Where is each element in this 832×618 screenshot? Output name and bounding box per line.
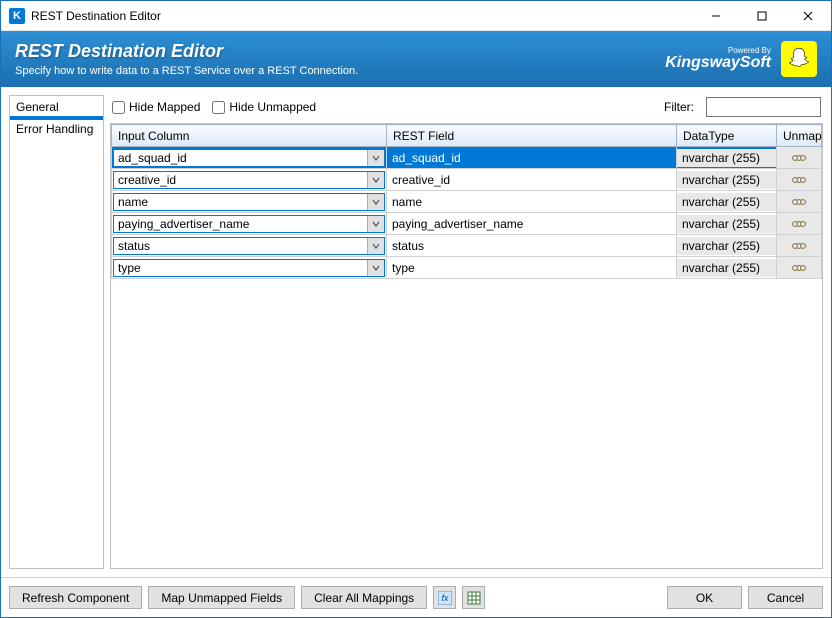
table-row[interactable]: creative_idcreative_idnvarchar (255) [112,169,822,191]
table-row[interactable]: statusstatusnvarchar (255) [112,235,822,257]
unmap-button[interactable] [777,257,821,278]
input-column-value: name [114,194,367,210]
data-type-value: nvarchar (255) [677,193,776,211]
banner-subtitle: Specify how to write data to a REST Serv… [15,65,358,77]
rest-field-value: type [387,259,676,277]
titlebar: K REST Destination Editor [1,1,831,31]
unmap-button[interactable] [777,147,821,168]
table-row[interactable]: typetypenvarchar (255) [112,257,822,279]
window-title: REST Destination Editor [31,9,161,23]
chevron-down-icon[interactable] [367,238,384,254]
grid-toolbar: Hide Mapped Hide Unmapped Filter: [110,95,823,123]
rest-field-value: ad_squad_id [387,149,676,167]
input-column-combo[interactable]: name [113,193,385,211]
unmap-button[interactable] [777,169,821,190]
banner-title: REST Destination Editor [15,41,358,62]
data-type-value: nvarchar (255) [677,237,776,255]
svg-text:fx: fx [441,593,449,603]
hide-unmapped-checkbox[interactable]: Hide Unmapped [212,100,316,114]
filter-input[interactable] [706,97,821,117]
refresh-component-button[interactable]: Refresh Component [9,586,142,609]
unmap-button[interactable] [777,235,821,256]
kingswaysoft-logo: Powered By KingswaySoft [665,47,771,71]
hide-mapped-checkbox[interactable]: Hide Mapped [112,100,200,114]
grid-header-row: Input Column REST Field DataType Unmap [112,125,822,147]
data-type-value: nvarchar (255) [677,259,776,277]
content-panel: Hide Mapped Hide Unmapped Filter: [110,95,823,569]
hide-unmapped-input[interactable] [212,101,225,114]
data-type-value: nvarchar (255) [677,215,776,233]
footer: Refresh Component Map Unmapped Fields Cl… [1,577,831,617]
input-column-combo[interactable]: status [113,237,385,255]
unmap-button[interactable] [777,191,821,212]
sidebar: General Error Handling [9,95,104,569]
snapchat-icon [781,41,817,77]
rest-field-value: name [387,193,676,211]
fx-button[interactable]: fx [433,586,456,609]
data-type-value: nvarchar (255) [677,171,776,189]
input-column-combo[interactable]: creative_id [113,171,385,189]
header-input-column[interactable]: Input Column [112,125,387,147]
input-column-combo[interactable]: type [113,259,385,277]
data-type-value: nvarchar (255) [677,149,776,167]
chevron-down-icon[interactable] [367,216,384,232]
chevron-down-icon[interactable] [367,260,384,276]
rest-field-value: paying_advertiser_name [387,215,676,233]
app-icon: K [9,8,25,24]
minimize-button[interactable] [693,1,739,31]
hide-mapped-input[interactable] [112,101,125,114]
table-icon-button[interactable] [462,586,485,609]
window-root: K REST Destination Editor REST Destinati… [0,0,832,618]
header-rest-field[interactable]: REST Field [387,125,677,147]
chevron-down-icon[interactable] [367,194,384,210]
sidebar-item-error-handling[interactable]: Error Handling [10,120,103,138]
header-banner: REST Destination Editor Specify how to w… [1,31,831,87]
ok-button[interactable]: OK [667,586,742,609]
filter-label: Filter: [664,100,694,114]
input-column-value: creative_id [114,172,367,188]
map-unmapped-fields-button[interactable]: Map Unmapped Fields [148,586,295,609]
input-column-value: paying_advertiser_name [114,216,367,232]
input-column-combo[interactable]: ad_squad_id [113,149,385,167]
unmap-button[interactable] [777,213,821,234]
clear-all-mappings-button[interactable]: Clear All Mappings [301,586,427,609]
input-column-value: type [114,260,367,276]
table-row[interactable]: namenamenvarchar (255) [112,191,822,213]
header-data-type[interactable]: DataType [677,125,777,147]
maximize-button[interactable] [739,1,785,31]
sidebar-item-general[interactable]: General [10,98,103,116]
input-column-combo[interactable]: paying_advertiser_name [113,215,385,233]
table-row[interactable]: ad_squad_idad_squad_idnvarchar (255) [112,147,822,169]
main-area: General Error Handling Hide Mapped Hide … [1,87,831,577]
input-column-value: ad_squad_id [114,150,367,166]
rest-field-value: creative_id [387,171,676,189]
chevron-down-icon[interactable] [367,172,384,188]
input-column-value: status [114,238,367,254]
rest-field-value: status [387,237,676,255]
header-unmap[interactable]: Unmap [777,125,822,147]
close-button[interactable] [785,1,831,31]
mapping-grid[interactable]: Input Column REST Field DataType Unmap a… [110,123,823,569]
chevron-down-icon[interactable] [367,150,384,166]
cancel-button[interactable]: Cancel [748,586,823,609]
table-row[interactable]: paying_advertiser_name paying_advertiser_… [112,213,822,235]
